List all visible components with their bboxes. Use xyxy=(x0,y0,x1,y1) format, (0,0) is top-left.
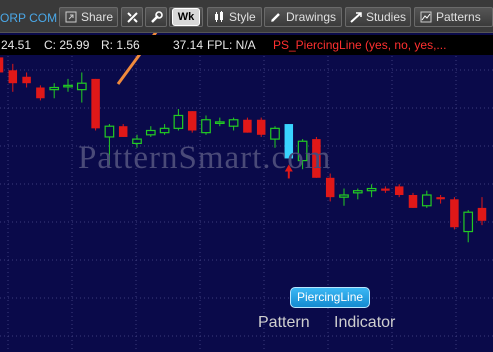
share-button[interactable]: Share xyxy=(59,7,118,27)
studies-icon xyxy=(350,10,363,24)
candle-body[interactable] xyxy=(0,57,4,73)
settings-button[interactable] xyxy=(145,7,167,27)
patterns-icon xyxy=(419,10,433,24)
indicator-annotation: Indicator xyxy=(334,314,396,331)
candle-body[interactable] xyxy=(270,127,280,140)
candle-body[interactable] xyxy=(214,121,225,125)
candle-body[interactable] xyxy=(63,84,73,88)
candle-body[interactable] xyxy=(408,195,418,208)
candle-body[interactable] xyxy=(450,199,459,228)
volume-value: 37.14 xyxy=(173,38,204,52)
candle-body[interactable] xyxy=(8,70,18,84)
study-label[interactable]: PS_PiercingLine (yes, no, yes,... xyxy=(273,35,446,55)
candle-body[interactable] xyxy=(381,188,390,191)
share-label: Share xyxy=(80,10,113,24)
candle-body[interactable] xyxy=(187,111,197,131)
candle-body[interactable] xyxy=(463,211,474,233)
candle-body[interactable] xyxy=(36,87,45,99)
candle-body[interactable] xyxy=(159,127,170,134)
candle-body[interactable] xyxy=(394,186,404,195)
chart-toolbar: ORP COM Share Wk Style Drawings Studies … xyxy=(0,0,493,33)
period-button[interactable]: Wk xyxy=(169,7,203,27)
fpl-value: FPL: N/A xyxy=(207,38,256,52)
candle-body[interactable] xyxy=(477,207,487,221)
studies-button[interactable]: Studies xyxy=(345,7,411,27)
wrench-icon xyxy=(150,10,163,24)
close-value: C: 25.99 xyxy=(44,38,90,52)
candle-body[interactable] xyxy=(22,76,31,84)
open-value: 24.51 xyxy=(1,38,32,52)
candle-body[interactable] xyxy=(256,119,266,135)
price-info-bar: 24.51 C: 25.99 R: 1.56 37.14 FPL: N/A PS… xyxy=(0,35,493,55)
candle-body[interactable] xyxy=(339,194,349,198)
period-label: Wk xyxy=(171,8,201,26)
candle-body[interactable] xyxy=(118,126,128,137)
range-value: R: 1.56 xyxy=(101,38,140,52)
grid-dots xyxy=(0,56,493,352)
candle-body[interactable] xyxy=(49,86,60,91)
patterns-label: Patterns xyxy=(436,10,481,24)
candle-body[interactable] xyxy=(173,114,184,129)
candle-style-icon xyxy=(212,10,226,24)
patterns-button[interactable]: Patterns xyxy=(414,7,493,27)
pattern-annotation: Pattern xyxy=(258,314,310,331)
symbol-description: ORP COM xyxy=(0,11,58,25)
candle-body[interactable] xyxy=(243,119,252,133)
share-icon xyxy=(64,10,78,24)
crosshair-icon xyxy=(126,10,139,24)
pattern-badge[interactable]: PiercingLine xyxy=(290,287,371,308)
candle-body[interactable] xyxy=(145,129,156,136)
studies-label: Studies xyxy=(365,10,406,24)
style-button[interactable]: Style xyxy=(207,7,262,27)
pencil-icon xyxy=(269,10,283,24)
candle-body[interactable] xyxy=(352,190,363,194)
candle-body[interactable] xyxy=(436,197,445,200)
candle-body[interactable] xyxy=(421,194,432,207)
candle-body[interactable] xyxy=(201,119,211,134)
candle-body[interactable] xyxy=(366,187,377,192)
drawings-button[interactable]: Drawings xyxy=(264,7,342,27)
style-label: Style xyxy=(229,10,256,24)
crosshair-button[interactable] xyxy=(121,7,143,27)
candle-body[interactable] xyxy=(76,82,87,91)
watermark: PatternSmart.com xyxy=(78,140,332,176)
drawings-label: Drawings xyxy=(286,10,337,24)
candle-body[interactable] xyxy=(91,78,100,129)
candle-body[interactable] xyxy=(325,177,335,198)
candle-body[interactable] xyxy=(104,125,115,138)
candle-body[interactable] xyxy=(228,119,239,127)
